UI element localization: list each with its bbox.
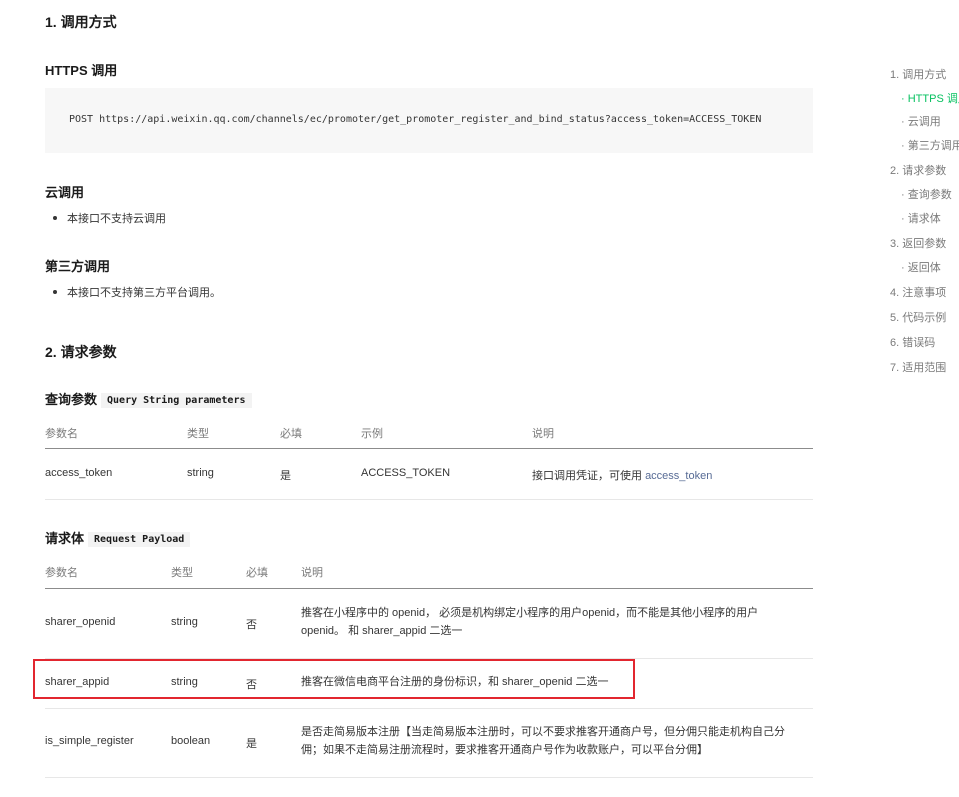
heading-request-payload: 请求体 Request Payload — [45, 528, 191, 547]
param-example: ACCESS_TOKEN — [361, 467, 451, 479]
col-header-desc: 说明 — [532, 428, 554, 440]
param-name: sharer_openid — [45, 616, 116, 628]
toc-item[interactable]: 4. 注意事项 — [890, 284, 946, 300]
toc-item[interactable]: · 查询参数 — [901, 186, 952, 202]
param-type: string — [171, 616, 198, 628]
row-divider — [45, 499, 813, 500]
col-header-type: 类型 — [187, 428, 209, 440]
heading-query-params: 查询参数 Query String parameters — [45, 389, 252, 408]
request-url-code[interactable]: POST https://api.weixin.qq.com/channels/… — [69, 114, 761, 125]
param-required: 是 — [246, 738, 257, 750]
row-divider — [45, 777, 813, 778]
toc-item[interactable]: · 第三方调用 — [901, 137, 959, 153]
col-header-required: 必填 — [280, 428, 302, 440]
toc-item[interactable]: · 云调用 — [901, 113, 941, 129]
highlight-box — [33, 659, 635, 699]
section-title-invocation: 1. 调用方式 — [45, 14, 117, 30]
col-header-type: 类型 — [171, 567, 193, 579]
section-title-request-params: 2. 请求参数 — [45, 344, 117, 360]
col-header-name: 参数名 — [45, 428, 78, 440]
toc-item[interactable]: · 请求体 — [901, 210, 941, 226]
table-of-contents: 1. 调用方式 · HTTPS 调用 · 云调用 · 第三方调用 2. 请求参数… — [890, 0, 959, 797]
toc-item[interactable]: 5. 代码示例 — [890, 309, 946, 325]
col-header-required: 必填 — [246, 567, 268, 579]
col-header-example: 示例 — [361, 428, 383, 440]
toc-item[interactable]: 7. 适用范围 — [890, 359, 946, 375]
param-required: 否 — [246, 619, 257, 631]
table-header-divider — [45, 448, 813, 449]
heading-https: HTTPS 调用 — [45, 63, 118, 78]
query-tag: Query String parameters — [101, 393, 252, 408]
payload-tag: Request Payload — [88, 532, 191, 547]
row-divider — [45, 708, 813, 709]
param-type: string — [187, 467, 214, 479]
param-name: is_simple_register — [45, 735, 134, 747]
code-block: POST https://api.weixin.qq.com/channels/… — [45, 88, 813, 153]
heading-third-party: 第三方调用 — [45, 259, 111, 274]
toc-item[interactable]: 3. 返回参数 — [890, 235, 946, 251]
col-header-name: 参数名 — [45, 567, 78, 579]
heading-cloud: 云调用 — [45, 185, 85, 200]
param-desc: 是否走简易版本注册【当走简易版本注册时，可以不要求推客开通商户号，但分佣只能走机… — [301, 726, 785, 756]
third-party-bullet: 本接口不支持第三方平台调用。 — [53, 284, 221, 300]
table-header-divider — [45, 588, 813, 589]
cloud-bullet: 本接口不支持云调用 — [53, 210, 166, 226]
toc-item[interactable]: 2. 请求参数 — [890, 162, 946, 178]
param-required: 是 — [280, 470, 291, 482]
param-type: boolean — [171, 735, 211, 747]
param-name: access_token — [45, 467, 113, 479]
toc-item[interactable]: · 返回体 — [901, 259, 941, 275]
col-header-desc: 说明 — [301, 567, 323, 579]
toc-item[interactable]: 1. 调用方式 — [890, 66, 946, 82]
toc-item[interactable]: · HTTPS 调用 — [901, 90, 959, 106]
toc-item[interactable]: 6. 错误码 — [890, 334, 935, 350]
access-token-link[interactable]: access_token — [645, 470, 712, 482]
param-desc: 接口调用凭证，可使用 access_token — [532, 470, 713, 482]
param-desc: 推客在小程序中的 openid， 必须是机构绑定小程序的用户openid，而不能… — [301, 607, 759, 637]
